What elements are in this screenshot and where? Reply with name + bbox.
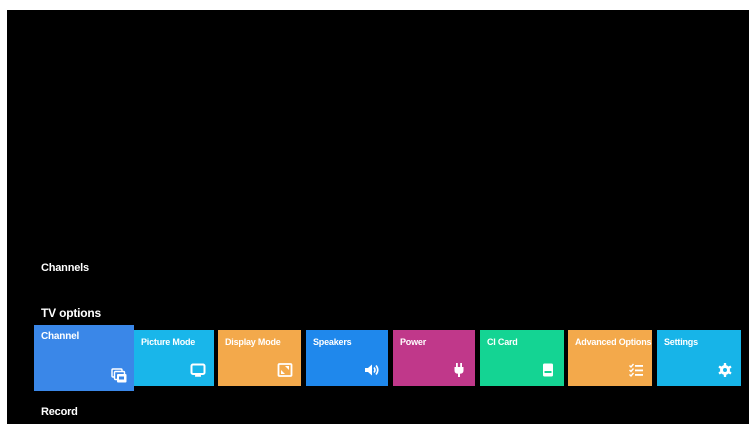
tile-label: Advanced Options <box>575 337 652 347</box>
tile-label: Power <box>400 337 427 347</box>
channel-stack-icon <box>111 368 127 384</box>
monitor-icon <box>190 362 206 378</box>
tile-speakers[interactable]: Speakers <box>306 330 388 386</box>
tile-power[interactable]: Power <box>393 330 475 386</box>
tile-ci-card[interactable]: CI Card <box>480 330 564 386</box>
speaker-icon <box>364 362 380 378</box>
tile-settings[interactable]: Settings <box>657 330 741 386</box>
tile-label: Channel <box>41 331 80 342</box>
row-label-channels[interactable]: Channels <box>41 262 89 274</box>
aspect-ratio-icon <box>277 362 293 378</box>
tile-advanced-options[interactable]: Advanced Options <box>568 330 652 386</box>
power-plug-icon <box>451 362 467 378</box>
tile-display-mode[interactable]: Display Mode <box>218 330 301 386</box>
tile-channel[interactable]: Channel <box>34 325 134 391</box>
checklist-icon <box>628 362 644 378</box>
tile-label: Display Mode <box>225 337 281 347</box>
row-label-tv-options[interactable]: TV options <box>41 306 101 320</box>
tile-label: Picture Mode <box>141 337 196 347</box>
tile-picture-mode[interactable]: Picture Mode <box>134 330 214 386</box>
screen-frame: Channels TV options Channel Picture Mode <box>0 0 755 426</box>
sd-card-icon <box>540 362 556 378</box>
tile-label: Settings <box>664 337 698 347</box>
tv-home-screen: Channels TV options Channel Picture Mode <box>7 10 749 424</box>
gear-icon <box>717 362 733 378</box>
tile-label: CI Card <box>487 337 518 347</box>
tile-label: Speakers <box>313 337 352 347</box>
row-label-record[interactable]: Record <box>41 406 78 418</box>
